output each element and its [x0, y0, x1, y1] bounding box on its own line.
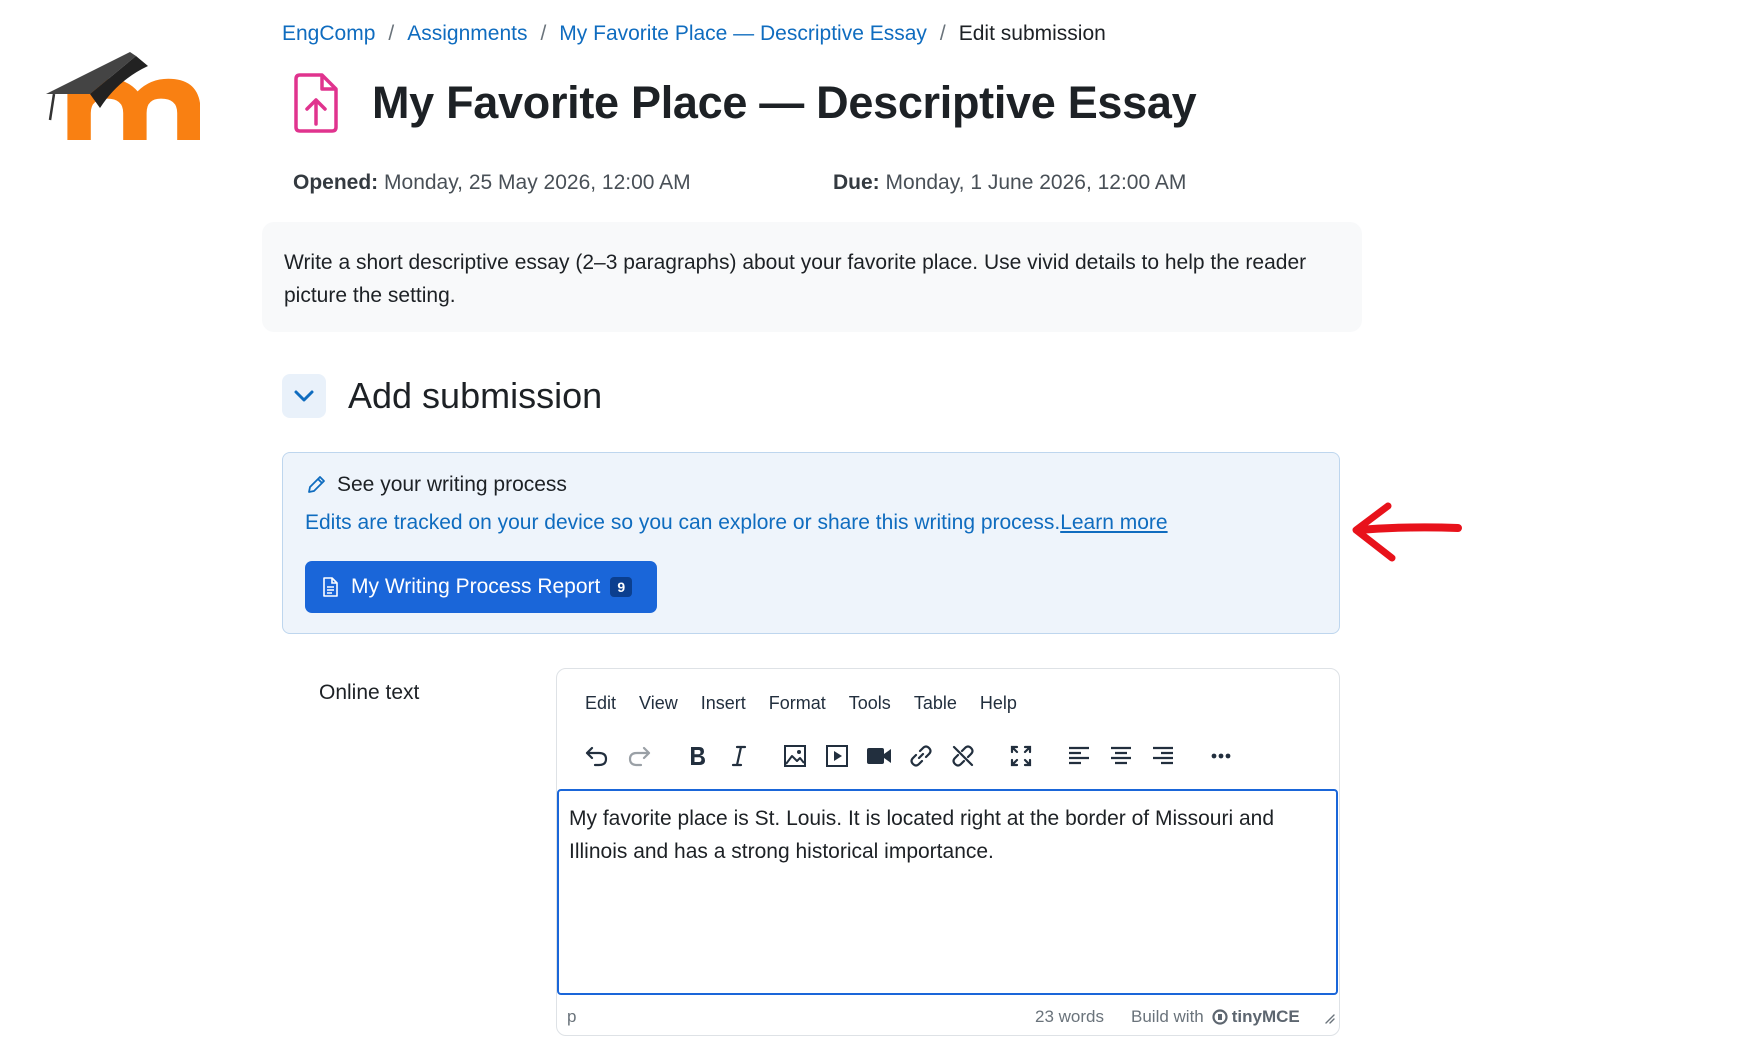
breadcrumb-assignment[interactable]: My Favorite Place — Descriptive Essay — [559, 22, 927, 46]
breadcrumb-assignments[interactable]: Assignments — [407, 22, 527, 46]
media-button[interactable] — [817, 736, 857, 776]
fullscreen-button[interactable] — [1001, 736, 1041, 776]
italic-button[interactable] — [719, 736, 759, 776]
word-count[interactable]: 23 words — [1035, 1007, 1104, 1027]
align-center-icon — [1111, 746, 1131, 765]
writing-process-description: Edits are tracked on your device so you … — [305, 511, 1168, 535]
opened-date: Opened: Monday, 25 May 2026, 12:00 AM — [293, 171, 691, 195]
report-count-badge: 9 — [610, 577, 633, 597]
breadcrumb-current: Edit submission — [958, 22, 1106, 45]
redo-button[interactable] — [619, 736, 659, 776]
editor-menubar: Edit View Insert Format Tools Table Help — [585, 693, 1040, 714]
online-text-label: Online text — [319, 681, 420, 704]
more-icon — [1211, 753, 1231, 759]
menu-format[interactable]: Format — [769, 693, 826, 714]
resize-handle-icon[interactable] — [1323, 1009, 1335, 1029]
editor-statusbar: p 23 words Build with tinyMCE — [557, 1001, 1339, 1031]
editor-toolbar — [577, 736, 1327, 776]
fullscreen-icon — [1010, 745, 1032, 767]
menu-edit[interactable]: Edit — [585, 693, 616, 714]
menu-view[interactable]: View — [639, 693, 678, 714]
writing-process-heading: See your writing process — [305, 473, 567, 497]
collapse-button[interactable] — [282, 374, 326, 418]
opened-label: Opened: — [293, 171, 379, 194]
image-icon — [784, 745, 806, 767]
align-left-button[interactable] — [1059, 736, 1099, 776]
element-path[interactable]: p — [567, 1007, 576, 1027]
tinymce-name: tinyMCE — [1231, 1007, 1300, 1026]
video-icon — [867, 748, 891, 764]
unlink-button[interactable] — [943, 736, 983, 776]
video-button[interactable] — [859, 736, 899, 776]
link-icon — [910, 745, 932, 767]
document-icon — [321, 577, 339, 597]
media-icon — [826, 745, 848, 767]
assignment-upload-icon — [294, 73, 338, 133]
writing-process-title: See your writing process — [337, 473, 567, 496]
tinymce-logo-icon — [1212, 1009, 1228, 1025]
section-title: Add submission — [348, 375, 603, 416]
undo-icon — [585, 746, 608, 767]
breadcrumb: EngComp / Assignments / My Favorite Plac… — [282, 22, 1106, 46]
editor-content[interactable]: My favorite place is St. Louis. It is lo… — [557, 789, 1338, 995]
due-label: Due: — [833, 171, 880, 194]
image-button[interactable] — [775, 736, 815, 776]
assignment-description: Write a short descriptive essay (2–3 par… — [262, 222, 1362, 332]
redo-icon — [628, 746, 651, 767]
link-button[interactable] — [901, 736, 941, 776]
more-button[interactable] — [1201, 736, 1241, 776]
breadcrumb-separator: / — [939, 22, 946, 45]
menu-insert[interactable]: Insert — [701, 693, 746, 714]
chevron-down-icon — [294, 390, 314, 402]
menu-table[interactable]: Table — [914, 693, 957, 714]
italic-icon — [731, 745, 747, 767]
menu-help[interactable]: Help — [980, 693, 1017, 714]
breadcrumb-separator: / — [540, 22, 547, 45]
menu-tools[interactable]: Tools — [849, 693, 891, 714]
align-center-button[interactable] — [1101, 736, 1141, 776]
align-left-icon — [1069, 746, 1089, 765]
page-header: My Favorite Place — Descriptive Essay — [290, 72, 1197, 134]
pencil-icon — [308, 476, 325, 493]
bold-icon — [691, 747, 705, 765]
due-date: Due: Monday, 1 June 2026, 12:00 AM — [833, 171, 1186, 195]
align-right-icon — [1153, 746, 1173, 765]
align-right-button[interactable] — [1143, 736, 1183, 776]
tinymce-branding[interactable]: Build with tinyMCE — [1131, 1007, 1300, 1027]
writing-process-text: Edits are tracked on your device so you … — [305, 511, 1061, 534]
annotation-arrow-icon — [1352, 502, 1462, 562]
unlink-icon — [952, 745, 974, 767]
add-submission-header: Add submission — [282, 374, 602, 418]
build-with-text: Build with — [1131, 1007, 1204, 1026]
writing-process-report-button[interactable]: My Writing Process Report 9 — [305, 561, 657, 613]
breadcrumb-engcomp[interactable]: EngComp — [282, 22, 375, 46]
page-title: My Favorite Place — Descriptive Essay — [372, 77, 1197, 128]
learn-more-link[interactable]: Learn more — [1060, 511, 1167, 534]
breadcrumb-separator: / — [388, 22, 395, 45]
opened-value: Monday, 25 May 2026, 12:00 AM — [384, 171, 691, 194]
text-editor: Edit View Insert Format Tools Table Help — [556, 668, 1340, 1036]
undo-button[interactable] — [577, 736, 617, 776]
bold-button[interactable] — [677, 736, 717, 776]
moodle-logo — [46, 52, 200, 141]
due-value: Monday, 1 June 2026, 12:00 AM — [885, 171, 1187, 194]
writing-process-panel: See your writing process Edits are track… — [282, 452, 1340, 634]
report-button-label: My Writing Process Report — [351, 575, 601, 598]
